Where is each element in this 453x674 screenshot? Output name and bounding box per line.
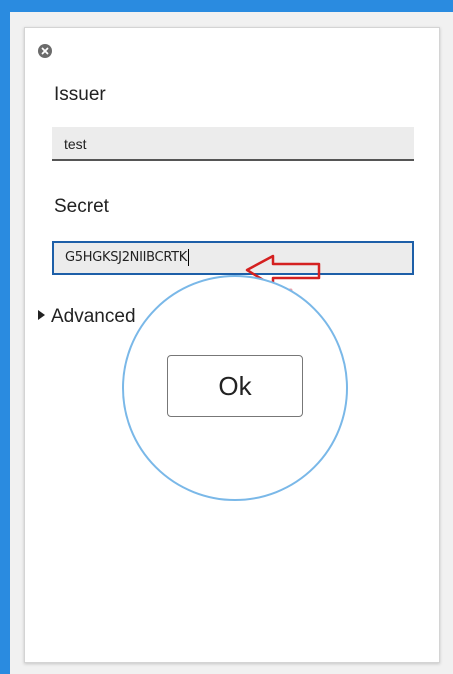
close-icon — [41, 47, 49, 55]
issuer-label: Issuer — [54, 84, 106, 105]
advanced-label: Advanced — [51, 306, 136, 327]
advanced-toggle[interactable]: Advanced — [38, 306, 136, 328]
issuer-input-value: test — [64, 136, 87, 152]
secret-input-value: G5HGKSJ2NIIBCRTK — [65, 250, 187, 265]
secret-input[interactable]: G5HGKSJ2NIIBCRTK — [52, 241, 414, 275]
secret-label: Secret — [54, 196, 109, 217]
text-cursor — [188, 249, 189, 266]
ok-button[interactable]: Ok — [167, 355, 303, 417]
issuer-input[interactable]: test — [52, 127, 414, 161]
triangle-right-icon — [38, 310, 45, 320]
account-dialog: Issuer test Secret G5HGKSJ2NIIBCRTK Adva… — [24, 27, 440, 663]
close-button[interactable] — [38, 44, 52, 58]
